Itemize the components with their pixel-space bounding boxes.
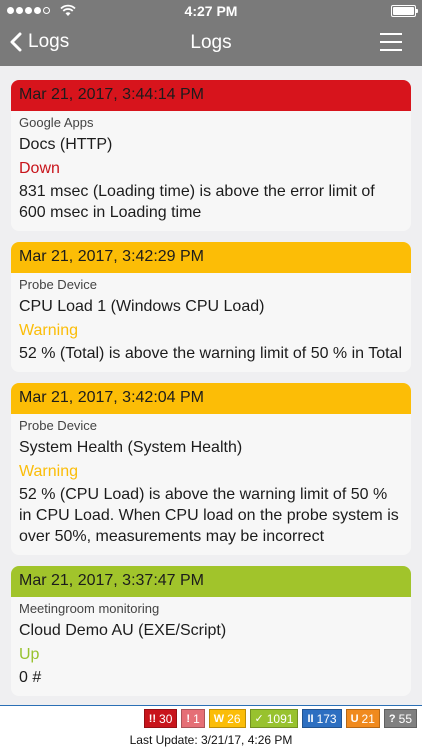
- page-title: Logs: [190, 32, 232, 53]
- log-message: 52 % (Total) is above the warning limit …: [19, 345, 403, 362]
- unusual-icon: U: [350, 712, 359, 725]
- log-entry[interactable]: Mar 21, 2017, 3:42:04 PM Probe Device Sy…: [11, 383, 411, 555]
- badge-count: 55: [398, 711, 412, 726]
- log-sensor: Docs (HTTP): [19, 136, 113, 153]
- battery-level: [393, 7, 414, 15]
- log-message: 831 msec (Loading time) is above the err…: [19, 183, 375, 221]
- badge-unknown[interactable]: ? 55: [383, 709, 417, 728]
- battery-icon: [391, 5, 418, 17]
- checkmark-icon: ✓: [254, 713, 264, 725]
- badge-down-acknowledged[interactable]: ! 1: [181, 709, 205, 728]
- last-update-text: Last Update: 3/21/17, 4:26 PM: [129, 733, 293, 747]
- log-timestamp: Mar 21, 2017, 3:44:14 PM: [11, 80, 411, 111]
- nav-bar: Logs Logs: [0, 22, 422, 66]
- status-time: 4:27 PM: [184, 3, 238, 19]
- badge-count: 21: [361, 711, 375, 726]
- warning-icon: W: [213, 712, 225, 725]
- exclamation-icon: !: [186, 712, 191, 725]
- log-sensor: System Health (System Health): [19, 439, 243, 456]
- hamburger-menu-icon[interactable]: [380, 33, 402, 53]
- log-timestamp: Mar 21, 2017, 3:42:29 PM: [11, 242, 411, 273]
- log-status: Up: [19, 646, 40, 663]
- log-group: Google Apps: [19, 115, 94, 130]
- badge-count: 26: [227, 711, 241, 726]
- badge-count: 1: [193, 711, 200, 726]
- log-status: Down: [19, 160, 60, 177]
- log-group: Meetingroom monitoring: [19, 601, 160, 616]
- log-list: Mar 21, 2017, 3:44:14 PM Google Apps Doc…: [11, 80, 411, 707]
- log-message: 0 #: [19, 669, 42, 686]
- log-timestamp: Mar 21, 2017, 3:42:04 PM: [11, 383, 411, 414]
- question-icon: ?: [388, 712, 396, 725]
- down-icon: !!: [148, 712, 157, 725]
- log-message: 52 % (CPU Load) is above the warning lim…: [19, 486, 399, 545]
- status-badges: !! 30 ! 1 W 26 ✓ 1091 II 173 U 21 ? 55: [143, 709, 417, 728]
- log-status: Warning: [19, 463, 78, 480]
- badge-paused[interactable]: II 173: [302, 709, 342, 728]
- badge-down[interactable]: !! 30: [143, 709, 178, 728]
- log-sensor: Cloud Demo AU (EXE/Script): [19, 622, 227, 639]
- badge-count: 173: [316, 711, 337, 726]
- log-group: Probe Device: [19, 418, 98, 433]
- log-entry[interactable]: Mar 21, 2017, 3:37:47 PM Meetingroom mon…: [11, 566, 411, 696]
- log-entry[interactable]: Mar 21, 2017, 3:42:29 PM Probe Device CP…: [11, 242, 411, 372]
- log-group: Probe Device: [19, 277, 98, 292]
- pause-icon: II: [307, 712, 314, 725]
- log-sensor: CPU Load 1 (Windows CPU Load): [19, 298, 265, 315]
- badge-warning[interactable]: W 26: [208, 709, 246, 728]
- log-status: Warning: [19, 322, 78, 339]
- sensor-summary-bar: !! 30 ! 1 W 26 ✓ 1091 II 173 U 21 ? 55 L…: [0, 705, 422, 750]
- badge-unusual[interactable]: U 21: [345, 709, 380, 728]
- badge-count: 30: [159, 711, 173, 726]
- badge-count: 1091: [266, 711, 294, 726]
- badge-up[interactable]: ✓ 1091: [249, 709, 299, 728]
- status-bar: 4:27 PM: [0, 0, 422, 22]
- log-timestamp: Mar 21, 2017, 3:37:47 PM: [11, 566, 411, 597]
- log-entry[interactable]: Mar 21, 2017, 3:44:14 PM Google Apps Doc…: [11, 80, 411, 231]
